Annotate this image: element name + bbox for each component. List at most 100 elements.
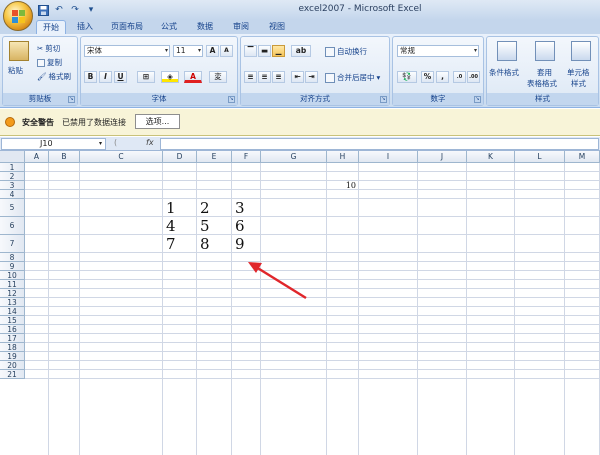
italic-button[interactable]: I — [99, 71, 112, 83]
align-center-button[interactable]: ≡ — [258, 71, 271, 83]
tab-review[interactable]: 审阅 — [228, 20, 254, 34]
worksheet-grid[interactable]: ABCDEFGHIJKLM 1 2 3 4 5 6 7 8 9 10 11 12 13 14 15 16 17 1… — [0, 151, 600, 455]
name-box[interactable]: J10 ▾ — [1, 138, 106, 150]
cut-icon: ✂ — [37, 44, 44, 53]
font-color-button[interactable]: A — [184, 71, 202, 83]
conditional-format-icon[interactable] — [497, 41, 517, 61]
border-icon: ⊞ — [142, 72, 150, 81]
underline-button[interactable]: U — [114, 71, 127, 83]
format-as-table-icon[interactable] — [535, 41, 555, 61]
alignment-launcher-icon[interactable]: ↘ — [380, 96, 387, 103]
formula-bar: J10 ▾ ( fx — [0, 137, 600, 151]
number-format-value: 常规 — [400, 46, 415, 55]
number-launcher-icon[interactable]: ↘ — [474, 96, 481, 103]
conditional-format-button[interactable]: 条件格式 — [489, 67, 519, 78]
phonetic-button[interactable]: 変 — [209, 71, 227, 83]
annotation-layer — [248, 262, 307, 300]
number-group-label: 数字 — [393, 93, 483, 105]
chevron-down-icon: ▾ — [376, 73, 381, 82]
ribbon-tabs: 开始 插入 页面布局 公式 数据 审阅 视图 — [0, 20, 600, 34]
copy-label: 复制 — [47, 58, 62, 67]
align-top-icon: ▔ — [247, 46, 254, 55]
merge-center-button[interactable]: 合并后居中 ▾ — [325, 72, 380, 83]
tab-home[interactable]: 开始 — [36, 20, 66, 34]
font-size-value: 11 — [176, 46, 186, 55]
decrease-decimal-icon: .00 — [469, 74, 478, 80]
chevron-down-icon: ▾ — [197, 47, 201, 54]
wrap-text-button[interactable]: 自动换行 — [325, 46, 367, 57]
format-painter-button[interactable]: 🖌 格式刷 — [37, 71, 71, 82]
tab-data[interactable]: 数据 — [192, 20, 218, 34]
alignment-group: ▔ ▬ ▁ ab 自动换行 ≡ ≡ ≡ ⇤ ⇥ 合并后居中 ▾ 对齐方式 ↘ — [240, 36, 390, 106]
insert-function-icon[interactable]: fx — [146, 138, 154, 147]
align-middle-icon: ▬ — [260, 46, 269, 55]
number-format-select[interactable]: 常规 ▾ — [397, 45, 479, 57]
increase-indent-button[interactable]: ⇥ — [305, 71, 318, 83]
borders-button[interactable]: ⊞ — [137, 71, 155, 83]
brush-icon: 🖌 — [37, 72, 47, 81]
align-right-button[interactable]: ≡ — [272, 71, 285, 83]
decrease-indent-button[interactable]: ⇤ — [291, 71, 304, 83]
bold-button[interactable]: B — [84, 71, 97, 83]
comma-button[interactable]: , — [436, 71, 449, 83]
align-top-button[interactable]: ▔ — [244, 45, 257, 57]
ribbon: 粘贴 ✂ 剪切 复制 🖌 格式刷 剪贴板 ↘ 宋体 ▾ 11 ▾ A A B I U ⊞… — [0, 34, 600, 108]
formula-controls: ( fx — [110, 138, 160, 150]
office-button[interactable] — [3, 1, 33, 31]
tab-formulas[interactable]: 公式 — [156, 20, 182, 34]
cancel-icon[interactable]: ( — [114, 138, 117, 147]
tab-view[interactable]: 视图 — [264, 20, 290, 34]
shrink-font-button[interactable]: A — [220, 45, 233, 57]
align-bottom-button[interactable]: ▁ — [272, 45, 285, 57]
chevron-down-icon: ▾ — [164, 47, 168, 54]
red-arrow-icon — [248, 262, 307, 300]
cut-label: 剪切 — [45, 44, 61, 53]
styles-group-label: 样式 — [487, 93, 598, 105]
cell-styles-label-1[interactable]: 单元格 — [567, 67, 590, 78]
font-size-select[interactable]: 11 ▾ — [173, 45, 203, 57]
clipboard-launcher-icon[interactable]: ↘ — [68, 96, 75, 103]
number-group: 常规 ▾ 💱 % , .0 .00 数字 ↘ — [392, 36, 484, 106]
font-name-select[interactable]: 宋体 ▾ — [84, 45, 170, 57]
grow-font-button[interactable]: A — [206, 45, 219, 57]
merge-center-label: 合并后居中 — [337, 73, 375, 82]
increase-decimal-button[interactable]: .0 — [453, 71, 466, 83]
chevron-down-icon: ▾ — [98, 140, 102, 147]
title-bar: ↶ ↷ ▾ excel2007 - Microsoft Excel — [0, 0, 600, 20]
tab-page-layout[interactable]: 页面布局 — [106, 20, 148, 34]
format-as-table-label-2[interactable]: 表格格式 — [527, 78, 557, 89]
cell-styles-label-2[interactable]: 样式 — [571, 78, 586, 89]
align-left-icon: ≡ — [247, 72, 254, 81]
security-options-button[interactable]: 选项... — [135, 114, 180, 129]
paste-icon[interactable] — [9, 41, 29, 61]
font-launcher-icon[interactable]: ↘ — [228, 96, 235, 103]
align-right-icon: ≡ — [275, 72, 282, 81]
formula-input[interactable] — [160, 138, 599, 150]
align-middle-button[interactable]: ▬ — [258, 45, 271, 57]
warning-icon — [5, 117, 15, 127]
security-warning-bar: 安全警告 已禁用了数据连接 选项... — [0, 109, 600, 136]
format-as-table-label-1[interactable]: 套用 — [537, 67, 552, 78]
increase-indent-icon: ⇥ — [308, 72, 315, 81]
clipboard-group-label: 剪贴板 — [3, 93, 77, 105]
accounting-button[interactable]: 💱 — [397, 71, 417, 83]
wrap-text-icon — [325, 46, 335, 57]
font-group: 宋体 ▾ 11 ▾ A A B I U ⊞ ◈ A 変 字体 ↘ — [80, 36, 238, 106]
align-left-button[interactable]: ≡ — [244, 71, 257, 83]
wrap-text-label: 自动换行 — [337, 47, 367, 56]
fill-color-button[interactable]: ◈ — [161, 71, 179, 83]
cell-styles-icon[interactable] — [571, 41, 591, 61]
styles-group: 条件格式 套用 表格格式 单元格 样式 样式 — [486, 36, 599, 106]
paste-button[interactable]: 粘贴 — [8, 65, 23, 76]
window-title: excel2007 - Microsoft Excel — [298, 4, 422, 14]
align-center-icon: ≡ — [261, 72, 268, 81]
decrease-decimal-button[interactable]: .00 — [467, 71, 480, 83]
orientation-button[interactable]: ab — [291, 45, 311, 57]
font-group-label: 字体 — [81, 93, 237, 105]
cut-button[interactable]: ✂ 剪切 — [37, 43, 60, 54]
copy-button[interactable]: 复制 — [37, 57, 62, 68]
security-warning-message: 已禁用了数据连接 — [62, 118, 126, 127]
tab-insert[interactable]: 插入 — [72, 20, 98, 34]
merge-icon — [325, 72, 335, 83]
percent-button[interactable]: % — [421, 71, 434, 83]
